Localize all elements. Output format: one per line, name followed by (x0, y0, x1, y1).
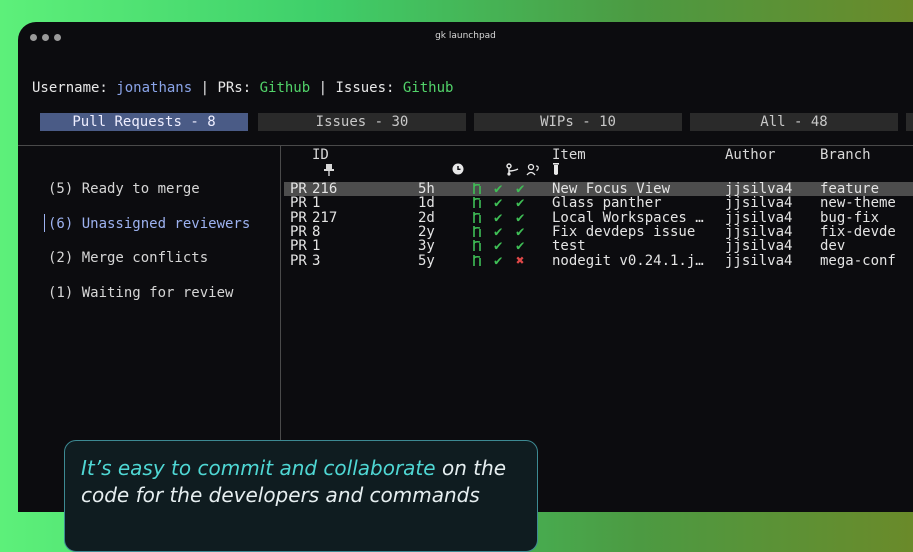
row-author: jjsilva4 (725, 223, 793, 240)
issues-label: | Issues: (310, 80, 403, 96)
row-id: 1 (312, 195, 321, 212)
checks-pass-icon: ✔ (516, 195, 525, 212)
sidebar-item-unassigned-reviewers[interactable]: (6) Unassigned reviewers (48, 216, 250, 232)
review-check-icon: ✔ (494, 195, 503, 212)
merge-ok-icon (472, 254, 482, 270)
column-header-id[interactable]: ID (312, 147, 329, 163)
tab-pull-requests[interactable]: Pull Requests - 8 (40, 113, 248, 131)
column-header-author[interactable]: Author (725, 147, 776, 163)
callout-accent: It’s easy to commit and collaborate (81, 456, 436, 480)
row-branch: bug-fix (820, 209, 880, 226)
row-age: 5h (418, 181, 435, 197)
row-id: 217 (312, 209, 338, 226)
row-age: 2d (418, 209, 435, 226)
issues-source: Github (402, 80, 454, 96)
tab-overflow[interactable] (906, 113, 913, 131)
row-author: jjsilva4 (725, 252, 793, 269)
account-info: Username: jonathans | PRs: Github | Issu… (32, 80, 453, 96)
row-item: Fix devdeps issue (552, 223, 696, 240)
username-label: Username: (32, 80, 117, 96)
row-type: PR (290, 223, 307, 240)
review-check-icon: ✔ (494, 223, 503, 240)
row-author: jjsilva4 (725, 195, 793, 212)
review-check-icon: ✔ (494, 181, 503, 197)
row-author: jjsilva4 (725, 209, 793, 226)
row-type: PR (290, 209, 307, 226)
column-header-branch[interactable]: Branch (820, 147, 871, 163)
row-age: 2y (418, 223, 435, 240)
checks-pass-icon: ✔ (516, 238, 525, 255)
row-branch: mega-conf (820, 252, 896, 269)
row-item: Local Workspaces … (552, 209, 704, 226)
column-header-item[interactable]: Item (552, 147, 586, 163)
checks-pass-icon: ✔ (516, 223, 525, 240)
row-age: 3y (418, 238, 435, 255)
prs-source: Github (259, 80, 311, 96)
username-value: jonathans (116, 80, 193, 96)
review-check-icon: ✔ (494, 238, 503, 255)
row-id: 216 (312, 181, 338, 197)
row-type: PR (290, 252, 307, 269)
row-age: 1d (418, 195, 435, 212)
row-item: test (552, 238, 586, 255)
row-branch: fix-devde (820, 223, 896, 240)
header-divider (18, 145, 913, 146)
sidebar-divider (280, 146, 281, 446)
row-author: jjsilva4 (725, 181, 793, 197)
row-branch: dev (820, 238, 846, 255)
tab-issues[interactable]: Issues - 30 (258, 113, 466, 131)
row-item: New Focus View (552, 181, 671, 197)
row-item: Glass panther (552, 195, 662, 212)
row-id: 3 (312, 252, 321, 269)
review-check-icon: ✔ (494, 252, 503, 269)
prs-label: | PRs: (192, 80, 260, 96)
review-check-icon: ✔ (494, 209, 503, 226)
row-item: nodegit v0.24.1.j… (552, 252, 704, 269)
sidebar-item-waiting-for-review[interactable]: (1) Waiting for review (48, 285, 233, 301)
checks-fail-icon: ✖ (516, 252, 525, 269)
window-title: gk launchpad (435, 31, 496, 41)
row-id: 8 (312, 223, 321, 240)
selection-indicator (44, 214, 45, 232)
terminal-window: gk launchpad Username: jonathans | PRs: … (18, 22, 913, 512)
row-age: 5y (418, 252, 435, 269)
title-bar: gk launchpad (18, 22, 913, 52)
row-id: 1 (312, 238, 321, 255)
row-type: PR (290, 181, 307, 197)
feature-callout: It’s easy to commit and collaborate on t… (64, 440, 538, 552)
checks-pass-icon: ✔ (516, 209, 525, 226)
row-type: PR (290, 195, 307, 212)
sidebar-item-ready-to-merge[interactable]: (5) Ready to merge (48, 181, 200, 197)
sidebar-item-merge-conflicts[interactable]: (2) Merge conflicts (48, 250, 208, 266)
row-type: PR (290, 238, 307, 255)
tab-wips[interactable]: WIPs - 10 (474, 113, 682, 131)
tab-all[interactable]: All - 48 (690, 113, 898, 131)
callout-text: It’s easy to commit and collaborate on t… (81, 455, 531, 509)
row-author: jjsilva4 (725, 238, 793, 255)
row-branch: new-theme (820, 195, 896, 212)
row-branch: feature (820, 181, 880, 197)
checks-pass-icon: ✔ (516, 181, 525, 197)
